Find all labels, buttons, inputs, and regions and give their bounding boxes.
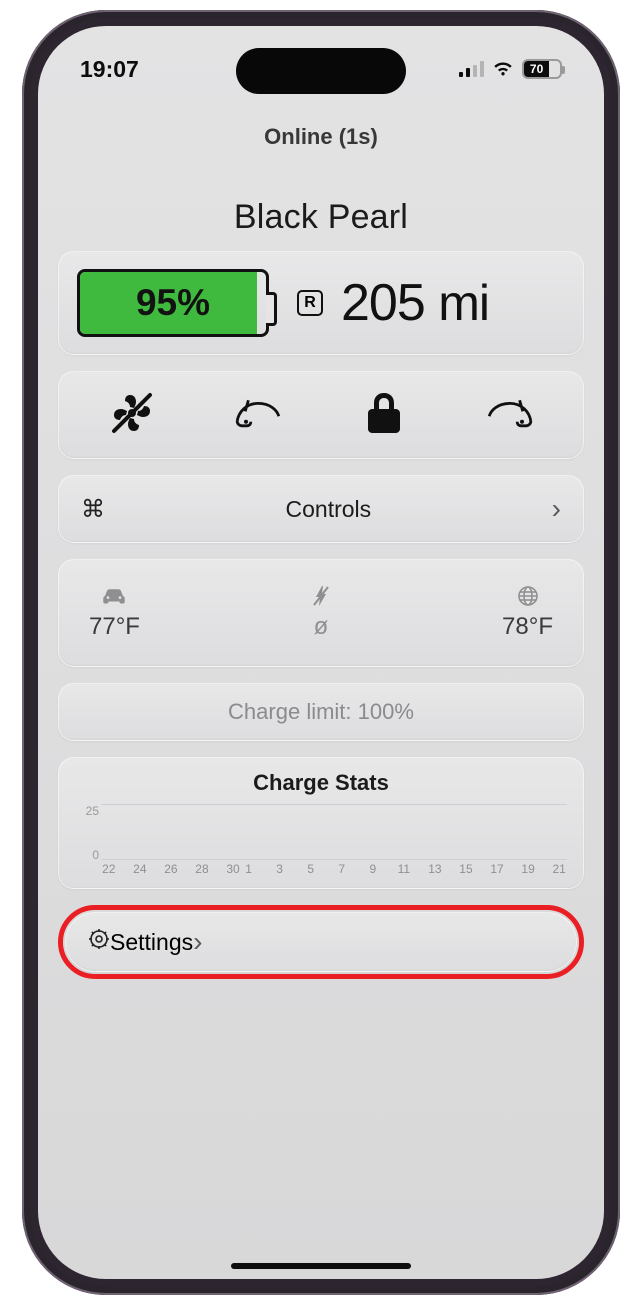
connection-status: Online (1s): [58, 124, 584, 150]
status-bar: 19:07 70: [38, 44, 604, 94]
car-icon: [101, 585, 127, 607]
settings-highlight-ring: Settings ›: [58, 905, 584, 979]
range-value: 205 mi: [341, 273, 489, 333]
command-icon: ⌘: [81, 495, 105, 524]
cellular-icon: [459, 61, 484, 77]
battery-card[interactable]: 95% R 205 mi: [58, 251, 584, 355]
charge-stats-chart: 250 222426283013579111315171921: [75, 804, 567, 878]
lock-icon[interactable]: [360, 389, 408, 442]
chevron-right-icon: ›: [193, 926, 202, 958]
vehicle-name: Black Pearl: [58, 198, 584, 237]
settings-label: Settings: [110, 929, 193, 956]
inside-temp: 77°F: [89, 585, 140, 641]
charging-value: ø: [314, 613, 329, 641]
frunk-icon[interactable]: [234, 389, 282, 442]
rated-range-icon: R: [297, 290, 323, 316]
temperature-card[interactable]: 77°F ø 78°F: [58, 559, 584, 667]
quick-actions-card: [58, 371, 584, 459]
wifi-icon: [492, 56, 514, 83]
screen: 19:07 70 Online (1s) Black Pearl: [38, 26, 604, 1279]
gear-icon: [88, 928, 110, 956]
outside-temp-value: 78°F: [502, 613, 553, 641]
range-number: 205: [341, 274, 425, 332]
home-indicator[interactable]: [231, 1263, 411, 1269]
battery-icon: 70: [522, 59, 562, 79]
settings-row[interactable]: Settings ›: [65, 912, 577, 972]
range-unit: mi: [438, 275, 489, 331]
charge-stats-title: Charge Stats: [75, 770, 567, 796]
charge-stats-card[interactable]: Charge Stats 250 22242628301357911131517…: [58, 757, 584, 889]
status-time: 19:07: [80, 56, 139, 83]
no-charge-icon: [312, 585, 330, 607]
battery-percent: 95%: [136, 282, 210, 324]
charge-limit-label: Charge limit:: [228, 699, 351, 725]
inside-temp-value: 77°F: [89, 613, 140, 641]
globe-icon: [517, 585, 539, 607]
charge-limit-card[interactable]: Charge limit: 100%: [58, 683, 584, 741]
charge-limit-value: 100%: [358, 699, 414, 725]
battery-pct: 70: [524, 61, 549, 77]
outside-temp: 78°F: [502, 585, 553, 641]
chevron-right-icon: ›: [552, 493, 561, 525]
charging-status: ø: [312, 585, 330, 641]
phone-frame: 19:07 70 Online (1s) Black Pearl: [22, 10, 620, 1295]
controls-label: Controls: [105, 496, 552, 523]
climate-fan-off-icon[interactable]: [108, 389, 156, 442]
controls-row[interactable]: ⌘ Controls ›: [58, 475, 584, 543]
battery-gauge: 95%: [77, 269, 269, 337]
trunk-icon[interactable]: [486, 389, 534, 442]
